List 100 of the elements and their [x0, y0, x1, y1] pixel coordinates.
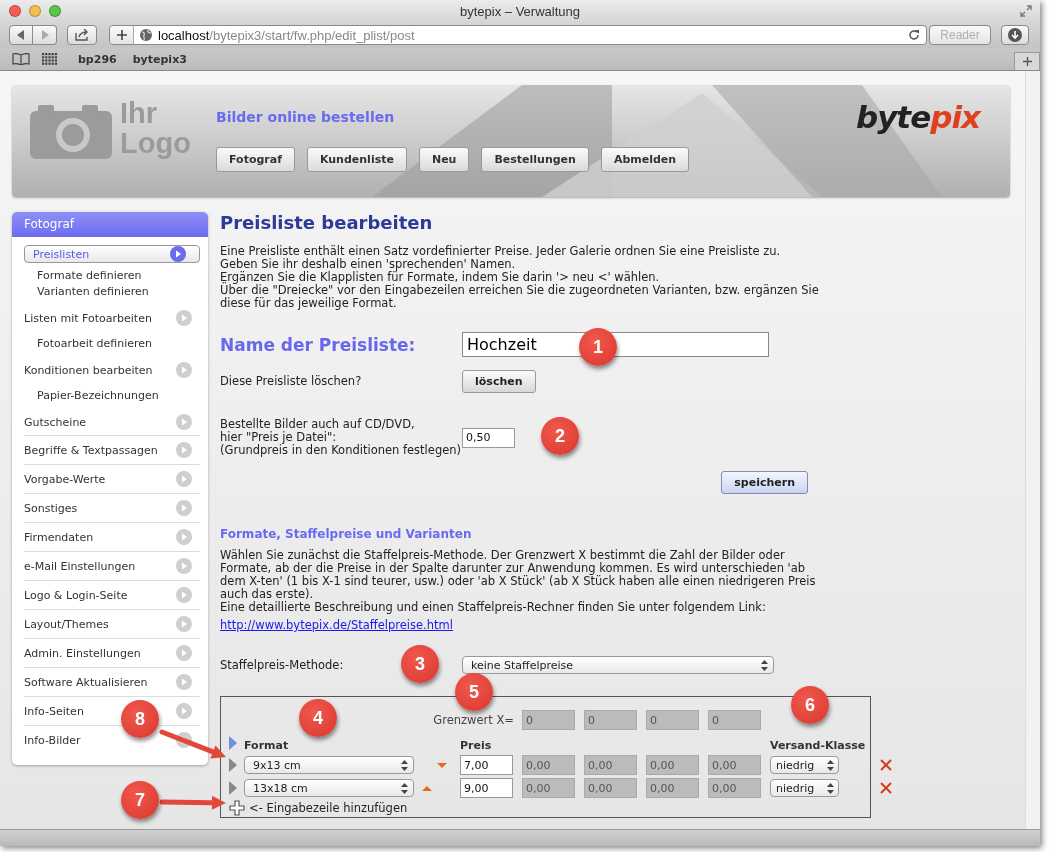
intro-text: Eine Preisliste enthält einen Satz vordefinierter Preise. Jeder Galerie ordnen Sie eine Preisliste zu.: [220, 245, 782, 258]
help-link[interactable]: http://www.bytepix.de/Staffelpreise.html: [220, 618, 453, 632]
intro-text: Über die "Dreiecke" vor den Eingabezeilen erreichen Sie die zugeordneten Varianten, bzw. ergänzen Sie diese für das jeweilige Format.: [220, 284, 820, 310]
reload-icon[interactable]: [908, 29, 920, 41]
book-icon[interactable]: [12, 53, 30, 65]
column-header: Versand-Klasse: [770, 738, 867, 752]
add-button[interactable]: [110, 26, 134, 44]
sidebar-item[interactable]: Begriffe & Textpassagen: [24, 435, 200, 464]
sidebar-subitem[interactable]: Varianten definieren: [24, 284, 200, 300]
price-input-field[interactable]: 0,50: [462, 427, 515, 448]
chevron-right-icon: [176, 732, 192, 748]
shipping-dropdown[interactable]: niedrig: [770, 756, 839, 774]
chevron-right-icon: [176, 645, 192, 661]
downloads-button[interactable]: [1001, 25, 1029, 45]
sidebar-item[interactable]: e-Mail Einstellungen: [24, 551, 200, 580]
chevron-right-icon: [176, 310, 192, 326]
sidebar-item[interactable]: Layout/Themes: [24, 609, 200, 638]
delete-cross-icon[interactable]: [880, 782, 892, 794]
bookmark-link[interactable]: bp296: [78, 52, 117, 66]
chevron-right-icon: [176, 414, 192, 430]
fullscreen-icon: [1020, 5, 1032, 17]
column-header: Format: [244, 738, 289, 752]
section-title: Formate, Staffelpreise und Varianten: [220, 527, 473, 543]
nav-button[interactable]: Kundenliste: [306, 147, 407, 172]
nav-button[interactable]: Bestellungen: [481, 147, 589, 172]
sidebar-item[interactable]: Vorgabe-Werte: [24, 464, 200, 493]
minimize-button[interactable]: [29, 5, 41, 17]
chevron-right-icon: [176, 703, 192, 719]
brand-logo: bytepix: [855, 99, 980, 135]
updown-icon: [827, 782, 834, 794]
description-text: Wählen Sie zunächst die Staffelpreis-Methode. Der Grenzwert X bestimmt die Zahl der Bilder oder Formate, ab der die Preise in der Spalte darunter zur Anwendung kommen. Es wird unterschieden 'ab dem X-ten' (1 bis X-1 sind teurer, usw.) oder 'ab X Stück' (ab X Stück haben alle einen niedrigeren Preis auch das erste).: [220, 549, 817, 601]
sidebar-item[interactable]: Sonstiges: [24, 493, 200, 522]
address-field[interactable]: localhost/bytepix3/start/fw.php/edit_plist/post: [109, 25, 927, 45]
grid-icon[interactable]: [42, 53, 58, 65]
bookmark-link[interactable]: bytepix3: [132, 52, 187, 66]
sidebar-item[interactable]: Gutscheine: [24, 409, 200, 435]
chevron-right-icon: [176, 500, 192, 516]
chevron-right-icon: [176, 558, 192, 574]
zoom-button[interactable]: [49, 5, 61, 17]
field-label: Diese Preisliste löschen?: [220, 375, 362, 388]
chevron-right-icon: [176, 616, 192, 632]
globe-icon: [139, 28, 153, 42]
sidebar-item[interactable]: Firmendaten: [24, 522, 200, 551]
sidebar-item[interactable]: Admin. Einstellungen: [24, 638, 200, 667]
sidebar-item[interactable]: Listen mit Fotoarbeiten: [24, 305, 200, 331]
sidebar-subitem[interactable]: Formate definieren: [24, 268, 200, 284]
updown-icon: [761, 659, 768, 671]
field-label: Staffelpreis-Methode:: [220, 658, 344, 672]
new-tab-button[interactable]: [1014, 52, 1040, 70]
logo-text: Ihr: [120, 98, 159, 128]
plus-outline-icon[interactable]: [229, 800, 245, 816]
save-button[interactable]: speichern: [721, 471, 808, 494]
add-row-label: <- Eingabezeile hinzufügen: [249, 801, 408, 815]
intro-text: Ergänzen Sie die Klapplisten für Formate, indem Sie darin '> neu <' wählen.: [220, 271, 661, 284]
nav-button[interactable]: Abmelden: [600, 147, 690, 172]
price-input-field[interactable]: 9,00: [460, 778, 513, 798]
chevron-right-icon: [176, 529, 192, 545]
chevron-right-icon: [176, 442, 192, 458]
sidebar-item[interactable]: Preislisten: [24, 245, 200, 263]
method-dropdown[interactable]: keine Staffelpreise: [462, 656, 774, 674]
field-label: Bestellte Bilder auch auf CD/DVD, hier "Preis je Datei": (Grundpreis in den Konditionen festlegen): [220, 418, 462, 457]
back-button[interactable]: [9, 25, 33, 45]
price-input-field[interactable]: 7,00: [460, 755, 513, 775]
field-label: Name der Preisliste:: [220, 334, 416, 355]
field-label: Grenzwert X=: [433, 713, 514, 727]
plus-icon: [116, 30, 127, 40]
chevron-right-icon: [170, 246, 186, 262]
back-icon: [17, 30, 25, 40]
triangle-down-icon[interactable]: [437, 762, 447, 768]
forward-button[interactable]: [33, 25, 57, 45]
updown-icon: [401, 759, 408, 771]
updown-icon: [401, 782, 408, 794]
delete-cross-icon[interactable]: [880, 759, 892, 771]
intro-text: Geben Sie ihr deshalb einen 'sprechenden' Namen.: [220, 258, 516, 271]
nav-button[interactable]: Fotograf: [216, 147, 295, 172]
chevron-right-icon: [176, 471, 192, 487]
chevron-right-icon: [176, 674, 192, 690]
plus-icon: [1022, 57, 1032, 66]
delete-button[interactable]: löschen: [462, 370, 536, 393]
triangle-up-icon[interactable]: [422, 785, 432, 791]
triangle-right-icon: [229, 735, 237, 750]
close-button[interactable]: [9, 5, 21, 17]
sidebar-item[interactable]: Software Aktualisieren: [24, 667, 200, 696]
share-button[interactable]: [67, 25, 97, 45]
sidebar-title: Fotograf: [12, 212, 208, 237]
chevron-right-icon: [176, 362, 192, 378]
sidebar-item[interactable]: Logo & Login-Seite: [24, 580, 200, 609]
triangle-right-icon[interactable]: [229, 758, 237, 772]
sidebar-subitem[interactable]: Papier-Bezeichnungen: [24, 388, 200, 404]
shipping-dropdown[interactable]: niedrig: [770, 779, 839, 797]
page-title: Preisliste bearbeiten: [220, 212, 434, 235]
window-title: bytepix – Verwaltung: [460, 3, 580, 19]
sidebar-subitem[interactable]: Fotoarbeit definieren: [24, 336, 200, 352]
nav-button[interactable]: Neu: [418, 147, 470, 172]
format-dropdown[interactable]: 13x18 cm: [244, 779, 414, 797]
chevron-right-icon: [176, 587, 192, 603]
triangle-right-icon[interactable]: [229, 781, 237, 795]
sidebar-item[interactable]: Konditionen bearbeiten: [24, 357, 200, 383]
share-icon: [74, 29, 90, 41]
format-dropdown[interactable]: 9x13 cm: [244, 756, 414, 774]
